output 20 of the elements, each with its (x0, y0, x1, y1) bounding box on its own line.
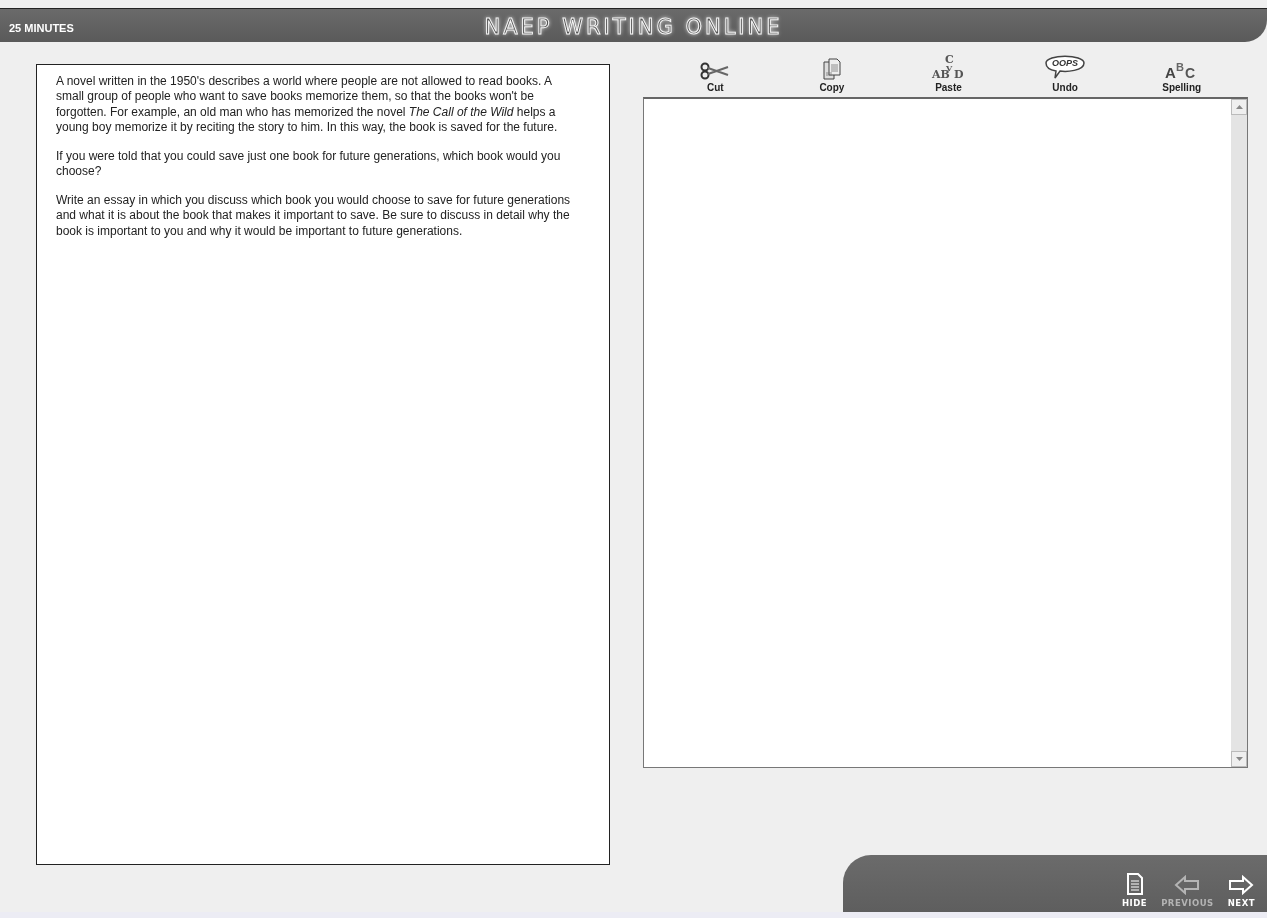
speech-bubble-icon: OOPS (1044, 53, 1087, 80)
up-triangle-icon (1235, 104, 1243, 109)
undo-button[interactable]: OOPS Undo (1025, 47, 1106, 97)
hide-button[interactable]: HIDE (1122, 872, 1148, 908)
timer-text: 25 MINUTES (9, 22, 74, 35)
next-button[interactable]: NEXT (1227, 874, 1255, 908)
scissors-icon (700, 61, 731, 80)
app-title: NAEP WRITING ONLINE (484, 15, 783, 39)
prompt-paragraph: A novel written in the 1950's describes a world where people are not allowed to read books. A small group of people who want to save books memorize them, so that the books won't be forgotten. For example, an old man who has memorized the novel The Call of the Wild helps a young boy memorize it by reciting the story to him. In this way, the book is saved for the future. (56, 73, 559, 136)
copy-button[interactable]: Copy (791, 47, 872, 97)
prompt-paragraph: Write an essay in which you discuss which book you would choose to save for future generations and what it is about the book that makes it important to save. Be sure to discuss in detail why the book is important to you and why it would be important to future generations. (56, 192, 572, 240)
document-icon (1126, 872, 1143, 895)
cut-button[interactable]: Cut (675, 47, 756, 97)
prompt-paragraph: If you were told that you could save just one book for future generations, which book would you choose? (56, 148, 562, 180)
scroll-down-button[interactable] (1231, 750, 1247, 767)
down-triangle-icon (1235, 756, 1243, 761)
copy-icon (822, 57, 841, 80)
left-arrow-icon (1174, 874, 1201, 895)
scroll-up-button[interactable] (1231, 98, 1247, 115)
right-arrow-icon (1228, 874, 1255, 895)
